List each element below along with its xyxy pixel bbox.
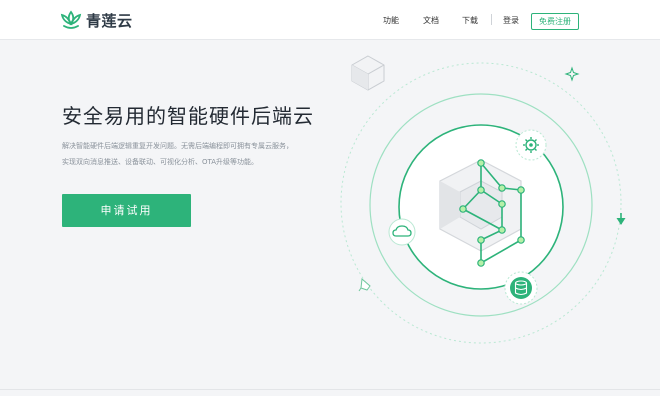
rocket-icon bbox=[358, 277, 371, 292]
top-header: 青莲云 功能 文档 下载 登录 免费注册 bbox=[0, 0, 660, 40]
nav-docs[interactable]: 文档 bbox=[423, 15, 439, 26]
arrow-down-icon bbox=[616, 213, 626, 225]
sparkle-icon bbox=[564, 66, 580, 82]
hero-description-line2: 实现双向消息推送、设备联动、可视化分析、OTA升级等功能。 bbox=[62, 158, 259, 166]
brand-logo[interactable]: 青莲云 bbox=[60, 9, 133, 31]
nav-features[interactable]: 功能 bbox=[383, 15, 399, 26]
section-divider bbox=[0, 389, 660, 390]
nav-divider bbox=[491, 14, 492, 25]
nav-download[interactable]: 下载 bbox=[462, 15, 478, 26]
cloud-icon bbox=[388, 218, 416, 246]
apply-trial-button[interactable]: 申请试用 bbox=[62, 194, 191, 227]
hero-illustration bbox=[340, 55, 626, 344]
nav-login[interactable]: 登录 bbox=[503, 15, 519, 26]
brand-name: 青莲云 bbox=[86, 11, 133, 30]
lotus-logo-icon bbox=[60, 10, 82, 29]
database-icon bbox=[504, 271, 538, 305]
gear-icon bbox=[515, 129, 547, 161]
hero-title: 安全易用的智能硬件后端云 bbox=[62, 104, 314, 128]
register-button[interactable]: 免费注册 bbox=[531, 13, 579, 30]
cube-icon bbox=[351, 55, 385, 91]
hero-description-line1: 解决智能硬件后端逻辑重复开发问题。无需后端编程即可拥有专属云服务， bbox=[62, 142, 293, 150]
